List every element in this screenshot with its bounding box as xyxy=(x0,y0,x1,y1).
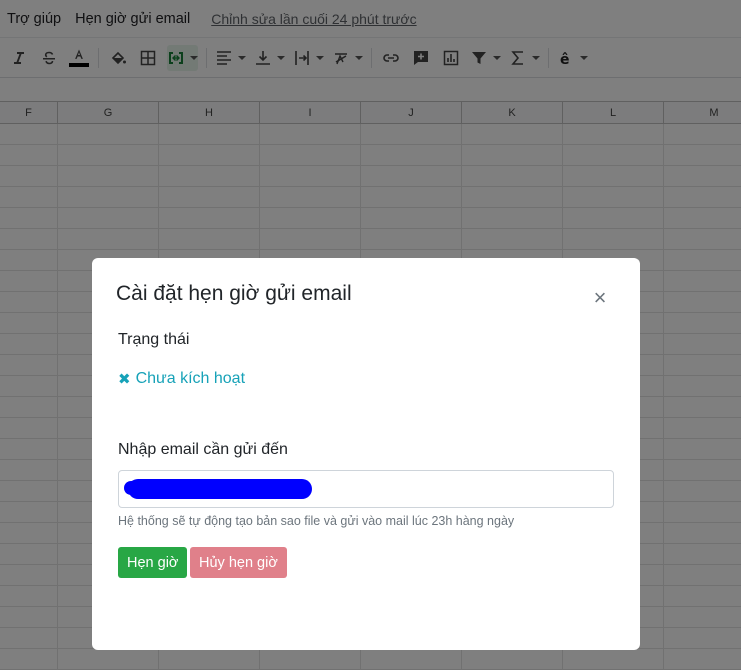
email-field[interactable] xyxy=(118,470,614,508)
status-badge: ✖ Chưa kích hoạt xyxy=(118,370,245,388)
status-label: Trạng thái xyxy=(118,331,190,348)
email-schedule-dialog: Cài đặt hẹn giờ gửi email × Trạng thái ✖… xyxy=(92,258,640,650)
schedule-button[interactable]: Hẹn giờ xyxy=(118,547,188,578)
close-icon[interactable]: × xyxy=(588,286,612,310)
x-icon: ✖ xyxy=(118,371,131,388)
help-text: Hệ thống sẽ tự động tạo bản sao file và … xyxy=(118,514,515,528)
cancel-schedule-button[interactable]: Hủy hẹn giờ xyxy=(190,547,287,578)
email-label: Nhập email cần gửi đến xyxy=(118,441,288,458)
dialog-title: Cài đặt hẹn giờ gửi email xyxy=(116,282,352,305)
status-value: Chưa kích hoạt xyxy=(135,370,246,387)
